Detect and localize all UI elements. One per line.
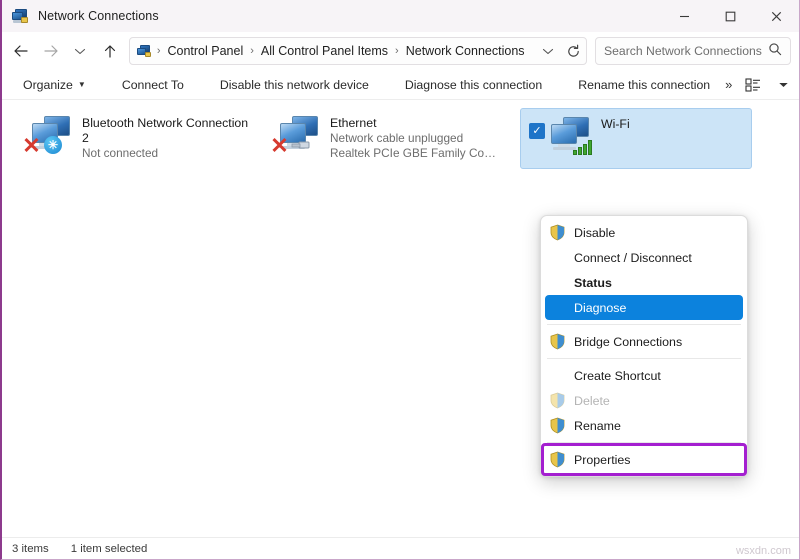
breadcrumb-network-icon — [136, 44, 152, 58]
shield-icon — [549, 451, 566, 468]
breadcrumb-item-control-panel[interactable]: Control Panel — [163, 42, 247, 60]
connection-status: Not connected — [82, 146, 159, 160]
organize-label: Organize — [23, 77, 73, 92]
checked-checkbox-icon[interactable]: ✓ — [529, 123, 545, 139]
search-box[interactable] — [595, 37, 792, 65]
menu-item-bridge-connections[interactable]: Bridge Connections — [545, 329, 743, 354]
rename-connection-button[interactable]: Rename this connection — [571, 74, 717, 96]
wifi-network-icon: ✓ — [529, 115, 597, 159]
connection-name: Wi-Fi — [601, 117, 630, 131]
close-icon[interactable] — [753, 0, 799, 32]
diagnose-connection-button[interactable]: Diagnose this connection — [398, 74, 549, 96]
address-chevron-down-icon[interactable] — [535, 38, 561, 64]
address-bar[interactable]: › Control Panel › All Control Panel Item… — [128, 37, 588, 65]
network-connections-icon — [12, 8, 29, 25]
refresh-icon[interactable] — [561, 38, 587, 64]
red-x-icon: ✕ — [270, 133, 289, 158]
breadcrumb-separator-0: › — [156, 45, 161, 57]
menu-item-status[interactable]: Status — [545, 270, 743, 295]
organize-caret-down-icon: ▼ — [77, 80, 86, 89]
shield-icon — [549, 392, 566, 409]
menu-item-connect-disconnect[interactable]: Connect / Disconnect — [545, 245, 743, 270]
context-menu: Disable Connect / Disconnect Status Diag… — [540, 215, 748, 477]
list-view-icon[interactable] — [739, 72, 767, 98]
menu-item-label: Delete — [574, 393, 610, 408]
shield-icon — [549, 417, 566, 434]
bluetooth-network-icon: ✕ ✳ — [22, 114, 78, 158]
forward-arrow-icon[interactable] — [36, 36, 66, 66]
menu-item-label: Properties — [574, 452, 631, 467]
menu-item-label: Diagnose — [574, 300, 627, 315]
view-chevron-down-icon[interactable] — [769, 72, 797, 98]
disable-network-device-button[interactable]: Disable this network device — [213, 74, 376, 96]
connections-list: ✕ ✳ Bluetooth Network Connection 2 Not c… — [2, 100, 799, 537]
window-controls — [661, 0, 799, 32]
menu-item-label: Status — [574, 275, 612, 290]
breadcrumb-item-all-control-panel-items[interactable]: All Control Panel Items — [257, 42, 392, 60]
menu-item-label: Bridge Connections — [574, 334, 683, 349]
menu-separator — [547, 358, 741, 359]
list-item-selected[interactable]: ✓ Wi-Fi — [520, 108, 752, 169]
search-input[interactable] — [604, 44, 769, 58]
menu-item-rename[interactable]: Rename — [545, 413, 743, 438]
organize-button[interactable]: Organize ▼ — [16, 74, 93, 96]
breadcrumb-separator-2: › — [395, 45, 399, 57]
connection-name: Bluetooth Network Connection 2 — [82, 116, 249, 145]
connect-to-button[interactable]: Connect To — [115, 74, 191, 96]
command-toolbar: Organize ▼ Connect To Disable this netwo… — [2, 70, 799, 100]
ethernet-network-icon: ✕ — [270, 114, 326, 158]
menu-item-disable[interactable]: Disable — [545, 220, 743, 245]
window-title: Network Connections — [38, 9, 159, 23]
menu-item-diagnose[interactable]: Diagnose — [545, 295, 743, 320]
shield-icon — [549, 224, 566, 241]
breadcrumb-separator-1: › — [250, 45, 254, 57]
minimize-icon[interactable] — [661, 0, 707, 32]
red-x-icon: ✕ — [22, 133, 41, 158]
title-bar: Network Connections — [2, 0, 799, 32]
item-count-label: 3 items — [12, 542, 49, 555]
connection-name: Ethernet — [330, 116, 377, 130]
menu-item-properties[interactable]: Properties — [545, 447, 743, 472]
list-item[interactable]: ✕ Ethernet Network cable unplugged Realt… — [264, 108, 512, 169]
menu-item-create-shortcut[interactable]: Create Shortcut — [545, 363, 743, 388]
connection-status: Network cable unplugged — [330, 131, 464, 145]
explorer-window: Network Connections › Control Panel › Al… — [0, 0, 800, 560]
selection-count-label: 1 item selected — [70, 542, 148, 555]
signal-bars-icon — [573, 137, 595, 155]
watermark: wsxdn.com — [735, 545, 791, 557]
breadcrumb-item-network-connections[interactable]: Network Connections — [402, 42, 529, 60]
list-item[interactable]: ✕ ✳ Bluetooth Network Connection 2 Not c… — [16, 108, 264, 169]
menu-item-label: Rename — [574, 418, 621, 433]
toolbar-right-group: ? — [739, 72, 800, 98]
recent-locations-chevron-down-icon[interactable] — [65, 36, 95, 66]
back-arrow-icon[interactable] — [6, 36, 36, 66]
maximize-icon[interactable] — [707, 0, 753, 32]
navigation-bar: › Control Panel › All Control Panel Item… — [2, 32, 799, 70]
menu-item-delete: Delete — [545, 388, 743, 413]
search-icon[interactable] — [768, 42, 782, 61]
menu-separator — [547, 442, 741, 443]
bluetooth-badge-icon: ✳ — [44, 136, 62, 154]
menu-item-label: Disable — [574, 225, 616, 240]
properties-annotation-wrapper: Properties — [541, 443, 747, 476]
menu-item-label: Connect / Disconnect — [574, 250, 692, 265]
menu-separator — [547, 324, 741, 325]
status-bar: 3 items 1 item selected wsxdn.com — [2, 537, 799, 559]
cable-badge-icon — [291, 139, 313, 151]
shield-icon — [549, 333, 566, 350]
menu-item-label: Create Shortcut — [574, 368, 661, 383]
toolbar-overflow-button[interactable]: » — [717, 75, 739, 94]
connection-adapter: Realtek PCIe GBE Family Contr... — [330, 146, 496, 160]
up-arrow-icon[interactable] — [95, 36, 125, 66]
